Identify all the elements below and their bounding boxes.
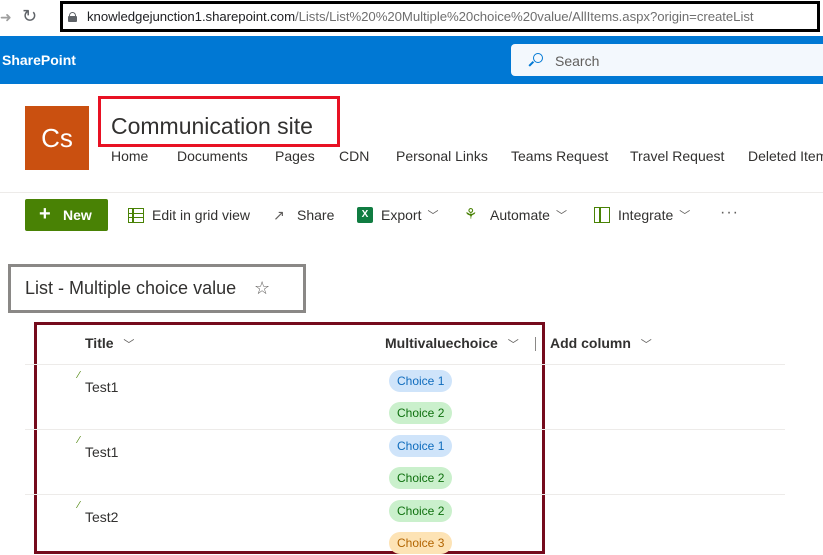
site-title[interactable]: Communication site	[111, 113, 313, 140]
edit-grid-button[interactable]: Edit in grid view	[128, 199, 250, 231]
integrate-icon	[594, 207, 610, 223]
choice-pill: Choice 3	[389, 532, 453, 554]
export-label: Export	[381, 207, 422, 223]
chevron-down-icon: ﹀	[555, 210, 567, 222]
nav-cdn[interactable]: CDN	[339, 148, 369, 164]
automate-button[interactable]: ⚘ Automate ﹀	[464, 199, 567, 231]
grid-icon	[128, 207, 144, 223]
chevron-down-icon: ﹀	[427, 210, 439, 222]
excel-icon: X	[357, 207, 373, 223]
choice-pill: Choice 1	[389, 435, 453, 457]
column-header-multivaluechoice[interactable]: Multivaluechoice ﹀	[385, 335, 519, 352]
choice-pill: Choice 2	[389, 402, 453, 424]
share-label: Share	[297, 207, 335, 223]
choice-pill: Choice 2	[389, 467, 453, 489]
row-title[interactable]: Test1	[85, 379, 118, 395]
nav-home[interactable]: Home	[111, 148, 148, 164]
nav-travel-request[interactable]: Travel Request	[630, 148, 724, 164]
search-placeholder: Search	[555, 53, 600, 69]
automate-label: Automate	[490, 207, 550, 223]
chevron-down-icon: ﹀	[640, 339, 652, 351]
row-divider	[25, 429, 785, 430]
chevron-down-icon: ﹀	[507, 339, 519, 351]
export-button[interactable]: X Export ﹀	[357, 199, 438, 231]
forward-icon[interactable]: ➜	[0, 9, 12, 27]
url-path: /Lists/List%20%20Multiple%20choice%20val…	[295, 9, 754, 24]
column-title-label: Title	[85, 335, 114, 351]
new-button[interactable]: + New	[25, 199, 108, 231]
add-column-label: Add column	[550, 335, 631, 351]
favorite-star-icon[interactable]: ☆	[254, 278, 270, 299]
nav-pages[interactable]: Pages	[275, 148, 315, 164]
header-row-divider	[25, 364, 785, 365]
chevron-down-icon: ﹀	[123, 339, 135, 351]
share-icon: ↗	[273, 207, 285, 223]
url-text[interactable]: knowledgejunction1.sharepoint.com/Lists/…	[87, 9, 754, 24]
column-header-title[interactable]: Title ﹀	[85, 335, 134, 352]
integrate-label: Integrate	[618, 207, 674, 223]
nav-teams-request[interactable]: Teams Request	[511, 148, 608, 164]
lock-icon	[68, 12, 77, 22]
new-item-icon: ⁄	[78, 500, 80, 511]
list-title: List - Multiple choice value	[25, 278, 237, 298]
nav-deleted-items[interactable]: Deleted Items	[748, 148, 823, 164]
search-icon	[528, 53, 543, 67]
suite-bar: SharePoint Search	[0, 36, 823, 84]
header-divider	[0, 192, 823, 193]
site-navigation: Home Documents Pages CDN Personal Links …	[0, 148, 823, 168]
column-multi-label: Multivaluechoice	[385, 335, 498, 351]
choice-pill: Choice 2	[389, 500, 453, 522]
row-divider	[25, 494, 785, 495]
add-column-button[interactable]: Add column ﹀	[550, 335, 652, 352]
add-column-plus-icon	[535, 337, 536, 351]
search-box[interactable]: Search	[511, 44, 823, 76]
share-button[interactable]: ↗ Share	[273, 199, 334, 231]
nav-personal-links[interactable]: Personal Links	[396, 148, 488, 164]
url-domain: knowledgejunction1.sharepoint.com	[87, 9, 296, 24]
new-button-label: New	[63, 207, 92, 223]
app-brand[interactable]: SharePoint	[2, 52, 76, 68]
new-item-icon: ⁄	[78, 435, 80, 446]
row-title[interactable]: Test1	[85, 444, 118, 460]
browser-toolbar: ➜ ↻ knowledgejunction1.sharepoint.com/Li…	[0, 0, 823, 36]
row-title[interactable]: Test2	[85, 509, 118, 525]
more-options-icon[interactable]: ···	[720, 204, 739, 222]
edit-grid-label: Edit in grid view	[152, 207, 251, 223]
reload-icon[interactable]: ↻	[22, 6, 37, 27]
chevron-down-icon: ﹀	[679, 210, 691, 222]
automate-icon: ⚘	[464, 206, 478, 223]
plus-icon: +	[39, 203, 51, 225]
new-item-icon: ⁄	[78, 370, 80, 381]
integrate-button[interactable]: Integrate ﹀	[594, 199, 690, 231]
address-bar[interactable]: knowledgejunction1.sharepoint.com/Lists/…	[60, 1, 820, 32]
choice-pill: Choice 1	[389, 370, 453, 392]
nav-documents[interactable]: Documents	[177, 148, 248, 164]
